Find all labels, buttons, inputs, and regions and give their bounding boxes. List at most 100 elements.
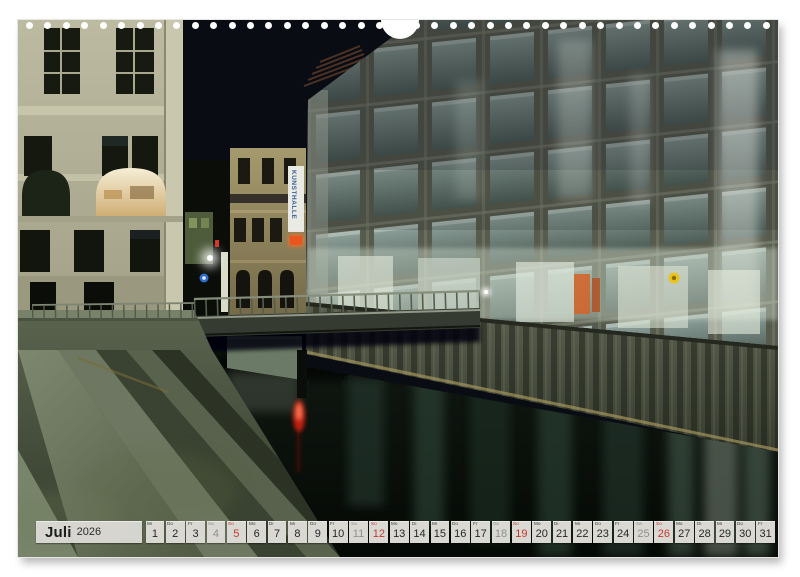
weekday-abbrev: Fr	[615, 522, 619, 527]
binding-hole	[155, 22, 162, 29]
weekday-abbrev: Di	[269, 522, 273, 527]
calendar-day-9: Do 9	[308, 521, 327, 543]
day-number: 10	[329, 529, 348, 540]
kunsthalle-sign-text: KUNSTHALLE	[290, 170, 297, 219]
binding-hole	[229, 22, 236, 29]
binding-hole	[689, 22, 696, 29]
weekday-abbrev: Do	[452, 522, 458, 527]
weekday-abbrev: Fr	[758, 522, 762, 527]
day-number: 31	[756, 529, 775, 540]
binding-hole	[26, 22, 33, 29]
weekday-abbrev: So	[228, 522, 234, 527]
binding-hole	[321, 22, 328, 29]
weekday-abbrev: Mo	[534, 522, 541, 527]
binding-hole	[450, 22, 457, 29]
calendar-day-20: Mo 20	[532, 521, 551, 543]
calendar-day-22: Mi 22	[573, 521, 592, 543]
binding-hole	[302, 22, 309, 29]
binding-hole	[339, 22, 346, 29]
calendar-day-30: Do 30	[736, 521, 755, 543]
binding-hole	[726, 22, 733, 29]
year-label: 2026	[77, 526, 101, 538]
calendar-day-21: Di21	[553, 521, 572, 543]
calendar-day-17: Fr17	[471, 521, 490, 543]
calendar-day-23: Do23	[593, 521, 612, 543]
weekday-abbrev: So	[656, 522, 662, 527]
calendar-day-27: Mo27	[675, 521, 694, 543]
day-number: 12	[369, 529, 388, 540]
day-number: 28	[695, 529, 714, 540]
binding-hole	[763, 22, 770, 29]
weekday-abbrev: Mi	[717, 522, 722, 527]
day-number: 2	[166, 529, 185, 540]
day-number: 19	[512, 529, 531, 540]
weekday-abbrev: Sa	[636, 522, 642, 527]
calendar-day-4: Sa4	[207, 521, 226, 543]
calendar-day-31: Fr 31	[756, 521, 775, 543]
day-number: 24	[614, 529, 633, 540]
binding-hole	[579, 22, 586, 29]
weekday-abbrev: Mo	[676, 522, 683, 527]
day-number: 20	[532, 529, 551, 540]
binding-hole	[468, 22, 475, 29]
day-number: 22	[573, 529, 592, 540]
weekday-abbrev: So	[513, 522, 519, 527]
calendar-photo-page: KUNSTHALLE	[18, 20, 778, 557]
orange-interior-wall	[574, 274, 590, 314]
weekday-abbrev: Fr	[473, 522, 477, 527]
weekday-abbrev: Mi	[432, 522, 437, 527]
day-number: 7	[268, 529, 287, 540]
calendar-day-6: Mo6	[247, 521, 266, 543]
weekday-abbrev: Do	[737, 522, 743, 527]
calendar-day-12: So 12	[369, 521, 388, 543]
weekday-abbrev: Di	[697, 522, 701, 527]
binding-hole	[284, 22, 291, 29]
binding-hole	[173, 22, 180, 29]
binding-hole	[100, 22, 107, 29]
calendar-day-2: Do2	[166, 521, 185, 543]
day-number: 18	[492, 529, 511, 540]
calendar-day-11: Sa 11	[349, 521, 368, 543]
month-year-label: Juli 2026	[36, 521, 142, 543]
calendar-day-13: Mo13	[390, 521, 409, 543]
calendar-day-28: Di 28	[695, 521, 714, 543]
calendar-day-26: So26	[654, 521, 673, 543]
weekday-abbrev: Mo	[249, 522, 256, 527]
binding-hole	[505, 22, 512, 29]
day-number: 4	[207, 529, 226, 540]
day-number: 29	[716, 529, 735, 540]
calendar-day-3: Fr3	[186, 521, 205, 543]
calendar-day-8: Mi8	[288, 521, 307, 543]
weekday-abbrev: Fr	[330, 522, 334, 527]
day-number: 15	[431, 529, 450, 540]
weekday-abbrev: Do	[310, 522, 316, 527]
weekday-abbrev: Mi	[147, 522, 152, 527]
day-number: 11	[349, 529, 368, 540]
binding-hole	[671, 22, 678, 29]
weekday-abbrev: Di	[412, 522, 416, 527]
binding-hole	[81, 22, 88, 29]
day-number: 9	[308, 529, 327, 540]
binding-hole	[118, 22, 125, 29]
day-number: 30	[736, 529, 755, 540]
day-number: 3	[186, 529, 205, 540]
calendar-day-24: Fr 24	[614, 521, 633, 543]
calendar-day-19: So 19	[512, 521, 531, 543]
calendar-day-1: Mi1	[146, 521, 165, 543]
binding-hole	[744, 22, 751, 29]
calendar-day-14: Di14	[410, 521, 429, 543]
weekday-abbrev: Mi	[575, 522, 580, 527]
day-number: 23	[593, 529, 612, 540]
binding-hole	[542, 22, 549, 29]
binding-hole	[652, 22, 659, 29]
binding-hole	[616, 22, 623, 29]
calendar-day-16: Do16	[451, 521, 470, 543]
binding-hole	[523, 22, 530, 29]
arched-window-dark	[22, 170, 70, 216]
weekday-abbrev: Sa	[351, 522, 357, 527]
binding-hole	[44, 22, 51, 29]
weekday-abbrev: So	[371, 522, 377, 527]
day-number: 8	[288, 529, 307, 540]
binding-hole	[137, 22, 144, 29]
weekday-abbrev: Di	[554, 522, 558, 527]
